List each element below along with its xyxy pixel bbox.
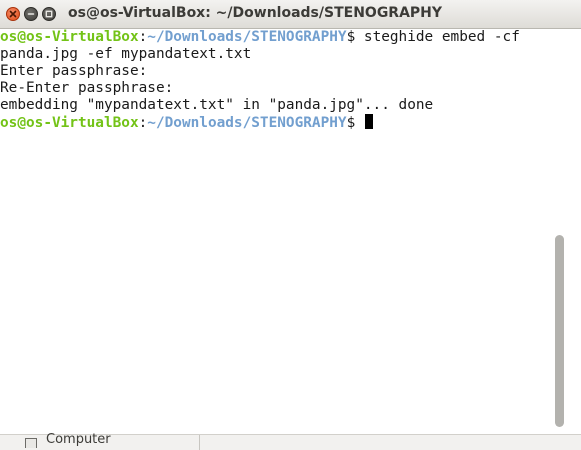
text-cursor xyxy=(364,114,373,129)
vertical-scrollbar[interactable] xyxy=(552,29,580,434)
command-text: steghide embed -cf xyxy=(363,29,520,45)
window-title: os@os-VirtualBox: ~/Downloads/STENOGRAPH… xyxy=(68,5,443,21)
prompt-user: os@os-VirtualBox xyxy=(0,115,139,131)
sidebar-item-computer[interactable]: Computer xyxy=(46,432,111,447)
computer-icon xyxy=(25,438,37,448)
terminal-line: Re-Enter passphrase: xyxy=(0,80,174,96)
title-bar[interactable]: os@os-VirtualBox: ~/Downloads/STENOGRAPH… xyxy=(0,0,581,29)
prompt-separator: : xyxy=(138,115,148,131)
terminal-line: embedding "mypandatext.txt" in "panda.jp… xyxy=(0,97,434,113)
prompt-path: ~/Downloads/STENOGRAPHY xyxy=(147,115,347,131)
terminal-line: os@os-VirtualBox:~/Downloads/STENOGRAPHY… xyxy=(0,114,552,131)
prompt-end: $ xyxy=(346,29,364,45)
scrollbar-thumb[interactable] xyxy=(555,235,564,427)
maximize-icon xyxy=(45,10,53,18)
maximize-button[interactable] xyxy=(42,7,56,21)
terminal-window: os@os-VirtualBox: ~/Downloads/STENOGRAPH… xyxy=(0,0,581,434)
terminal-line: Enter passphrase: xyxy=(0,63,148,79)
minimize-button[interactable] xyxy=(24,7,38,21)
close-button[interactable] xyxy=(6,7,20,21)
terminal-line: os@os-VirtualBox:~/Downloads/STENOGRAPHY… xyxy=(0,29,552,46)
terminal-line: panda.jpg -ef mypandatext.txt xyxy=(0,46,252,62)
prompt-end: $ xyxy=(346,115,364,131)
prompt-user: os@os-VirtualBox xyxy=(0,29,139,45)
close-icon xyxy=(9,10,17,18)
prompt-separator: : xyxy=(138,29,148,45)
terminal-output[interactable]: os@os-VirtualBox:~/Downloads/STENOGRAPHY… xyxy=(0,29,552,434)
pane-divider xyxy=(199,435,200,450)
minimize-icon xyxy=(27,13,35,15)
prompt-path: ~/Downloads/STENOGRAPHY xyxy=(147,29,347,45)
background-file-manager: Computer xyxy=(0,432,581,450)
